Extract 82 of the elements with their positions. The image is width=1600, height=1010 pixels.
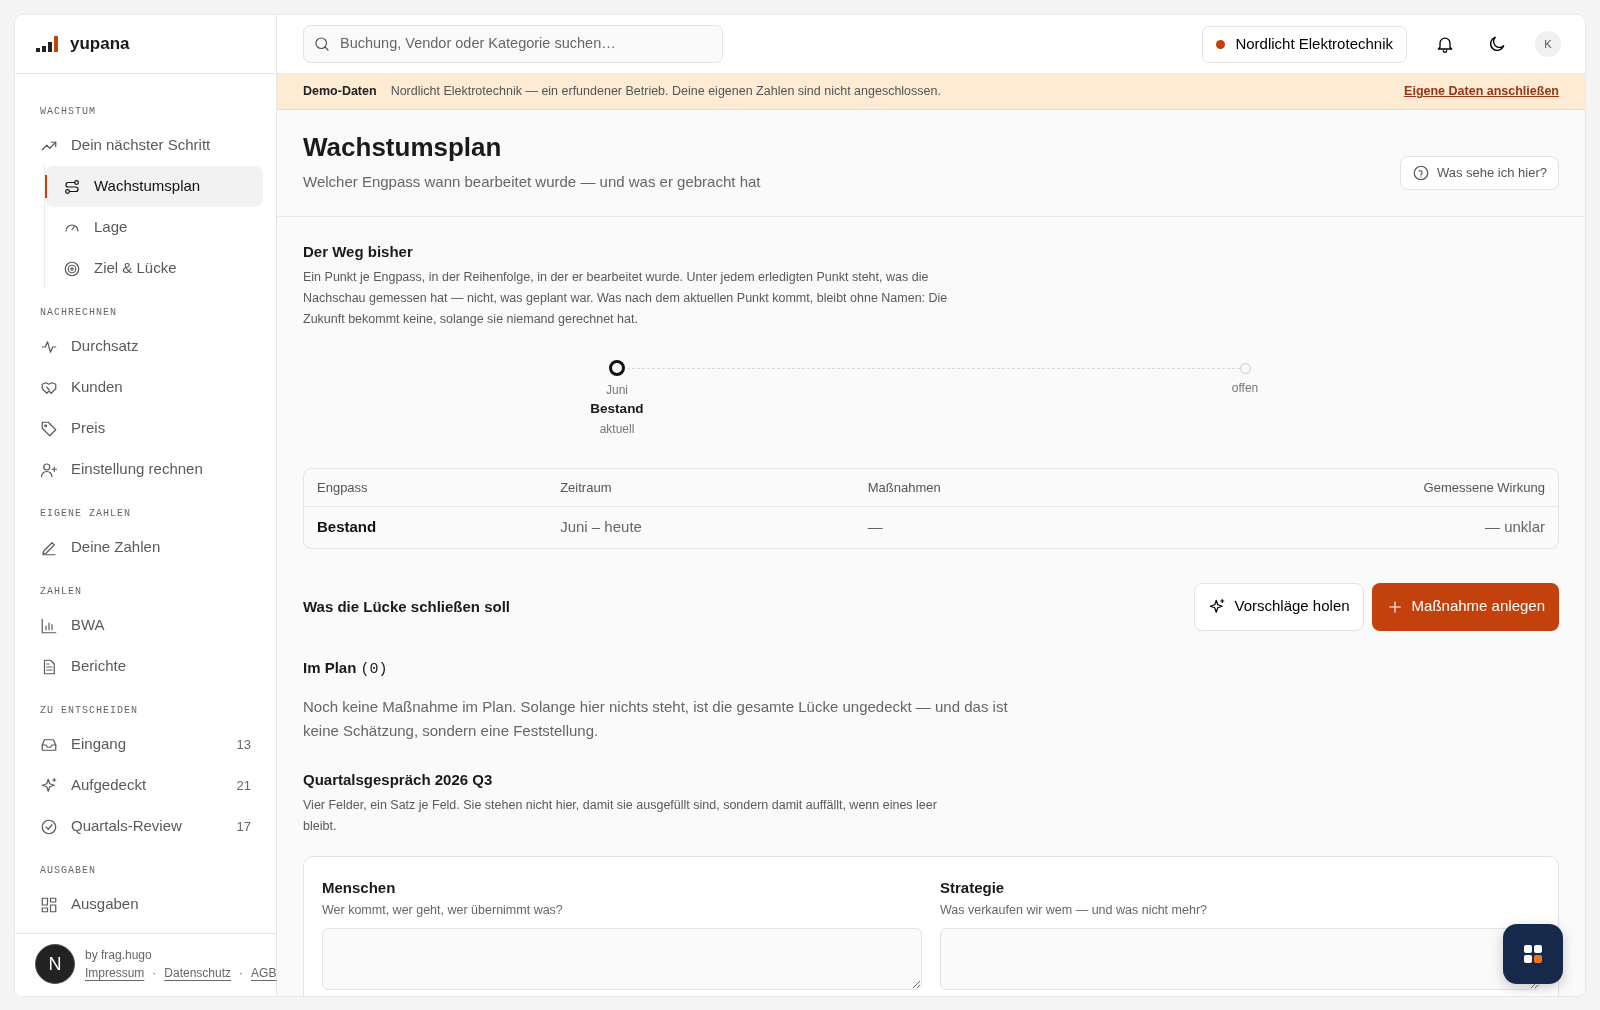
timeline-name: Bestand [590,400,644,419]
banner-text: Nordlicht Elektrotechnik — ein erfundener Betrieb. Deine eigenen Zahlen sind nicht angeschlossen. [390,83,941,101]
help-icon [1411,164,1430,182]
page-subtitle: Welcher Engpass wann bearbeitet wurde — und was er gebracht hat [303,172,761,193]
separator-dot: · [239,965,244,982]
section-heading: EIGENE ZAHLEN [40,507,131,521]
section-heading: WACHSTUM [40,105,96,119]
separator-dot: · [152,965,157,982]
nav-item[interactable]: BWA [36,605,263,646]
tag-icon [40,419,58,438]
section-heading: NACHRECHNEN [40,306,117,320]
page-title: Wachstumsplan [303,132,503,164]
help-button[interactable]: Was sehe ich hier? [1399,156,1559,190]
nav-item[interactable]: Berichte [36,646,263,687]
table-cell: — [854,506,1138,548]
table-cell: Bestand [304,506,548,548]
column-header: Zeitraum [547,468,855,507]
footer-link[interactable]: Impressum [85,964,145,982]
field-label: Strategie [940,877,1006,898]
footer-link[interactable]: Datenschutz [164,964,232,982]
current-node-marker [609,360,625,377]
sparkle-icon [40,776,58,795]
table-cell: Juni – heute [547,506,855,548]
count-label: 13 [236,735,251,754]
nav-item[interactable]: Deine Zahlen [36,527,263,568]
column-header: Maßnahmen [854,468,1138,507]
nav-item[interactable]: Einstellung rechnen [36,449,263,490]
section-description: Ein Punkt je Engpass, in der Reihenfolge, in der er bearbeitet wurde. Unter jedem erledigten Punkt steht, was die Nachschau gemessen hat — nicht, was geplant war. Was nach dem aktuellen Punkt kommt, bleibt ohne Namen: Die Zukunft bekommt keine, solange sie niemand gerechnet hat. [303,268,949,329]
column-header: Gemessene Wirkung [1137,468,1558,507]
grid-icon [40,895,58,914]
demo-label: Demo-Daten [303,83,377,101]
brand-name: yupana [70,33,130,56]
nav-item[interactable]: Wachstumsplan [45,166,263,207]
nav-item[interactable]: Dein nächster Schritt [36,125,263,166]
create-measure-button[interactable]: Maßnahme anlegen [1371,582,1559,631]
field-hint: Wer kommt, wer geht, wer übernimmt was? [322,902,564,920]
table-cell: — unklar [1137,506,1558,548]
apps-button[interactable] [1503,924,1563,984]
field-hint: Was verkaufen wir wem — und was nicht mehr? [940,902,1208,920]
section-title: Quartalsgespräch 2026 Q3 [303,771,494,790]
grid-icon [1523,944,1543,964]
section-heading: ZAHLEN [40,585,82,599]
timeline-status: aktuell [599,420,635,438]
footer-link[interactable]: AGB [251,964,277,982]
user-plus-icon [40,460,58,479]
bar-chart-icon [40,616,58,635]
avatar[interactable]: K [1535,31,1561,57]
moon-icon [1487,34,1507,54]
nav-item[interactable]: Preis [36,408,263,449]
nav-item[interactable]: Ausgaben [36,884,263,925]
nav-item[interactable]: Quartals-Review 17 [36,806,263,847]
nav-item[interactable]: Ziel & Lücke [45,248,263,289]
sparkle-icon [1208,597,1227,616]
section-heading: AUSGABEN [40,864,96,878]
nav-item[interactable]: Durchsatz [36,326,263,367]
connect-data-link[interactable]: Eigene Daten anschließen [1404,82,1559,101]
timeline-month: offen [1231,380,1259,398]
plan-heading: Im Plan (0) [303,657,389,680]
logo-icon [36,36,60,52]
empty-message: Noch keine Maßnahme im Plan. Solange hier nichts steht, ist die gesamte Lücke ungedeckt — und das ist keine Schätzung, sondern eine Feststellung. [303,697,1009,742]
search-field[interactable]: Buchung, Vendor oder Kategorie suchen… [303,25,723,63]
section-title: Der Weg bisher [303,242,414,261]
section-description: Vier Felder, ein Satz je Feld. Sie stehen nicht hier, damit sie ausgefüllt sind, sondern damit auffällt, wenn eines leer bleibt. [303,797,938,836]
suggestions-button[interactable]: Vorschläge holen [1194,582,1364,631]
column-header: Engpass [304,468,548,507]
byline: by frag.hugo [85,947,153,964]
nav-item[interactable]: Lage [45,207,263,248]
nav-item[interactable]: Eingang 13 [36,724,263,765]
section-heading: ZU ENTSCHEIDEN [40,704,138,718]
section-title: Was die Lücke schließen soll [303,597,510,616]
field-label: Menschen [322,877,397,898]
company-selector[interactable]: Nordlicht Elektrotechnik [1202,25,1407,63]
count-label: 17 [236,817,251,836]
timeline-month: Juni [606,382,628,400]
dev-badge[interactable]: N [35,944,75,984]
nav-item[interactable]: Aufgedeckt 21 [36,765,263,806]
answer-box[interactable] [940,927,1540,990]
count-label: 21 [236,776,251,795]
target-icon [63,259,81,278]
check-circle-icon [40,817,58,836]
nav-item[interactable]: Kunden [36,367,263,408]
route-icon [63,177,81,196]
